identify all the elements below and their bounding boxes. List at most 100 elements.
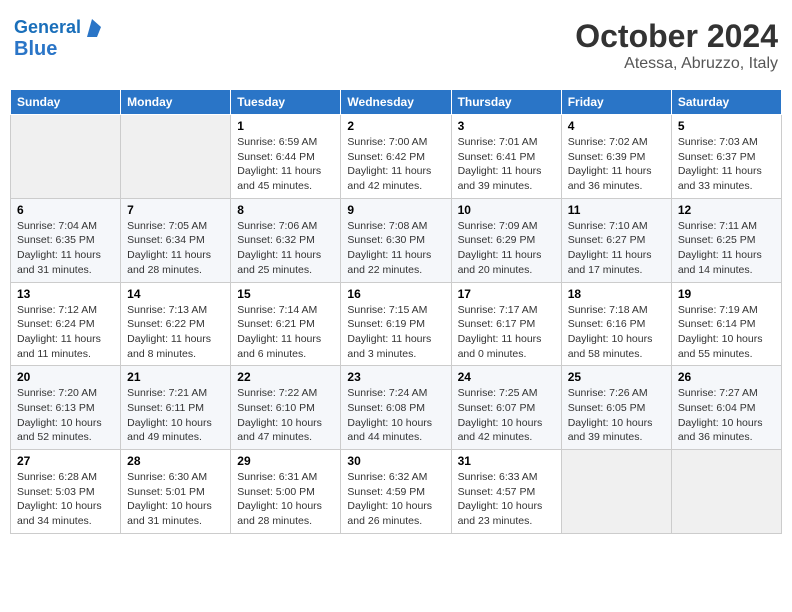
day-number: 24 (458, 370, 555, 384)
day-number: 5 (678, 119, 775, 133)
calendar-cell: 29Sunrise: 6:31 AM Sunset: 5:00 PM Dayli… (231, 450, 341, 534)
day-info: Sunrise: 7:24 AM Sunset: 6:08 PM Dayligh… (347, 386, 444, 445)
logo: General Blue (14, 18, 101, 60)
calendar-week-row: 6 Sunrise: 7:04 AM Sunset: 6:35 PM Daylig… (11, 198, 782, 282)
day-number: 25 (568, 370, 665, 384)
day-info: Sunrise: 6:59 AM Sunset: 6:44 PM Dayligh… (237, 135, 334, 194)
calendar-cell: 8 Sunrise: 7:06 AM Sunset: 6:32 PM Daylig… (231, 198, 341, 282)
title-area: October 2024 Atessa, Abruzzo, Italy (575, 18, 778, 73)
day-number: 28 (127, 454, 224, 468)
day-number: 26 (678, 370, 775, 384)
calendar-cell: 11 Sunrise: 7:10 AM Sunset: 6:27 PM Dayli… (561, 198, 671, 282)
day-number: 22 (237, 370, 334, 384)
day-number: 23 (347, 370, 444, 384)
calendar-body: 1 Sunrise: 6:59 AM Sunset: 6:44 PM Daylig… (11, 115, 782, 534)
calendar-cell: 17Sunrise: 7:17 AM Sunset: 6:17 PM Dayli… (451, 282, 561, 366)
day-number: 1 (237, 119, 334, 133)
day-info: Sunrise: 6:28 AM Sunset: 5:03 PM Dayligh… (17, 470, 114, 529)
calendar-cell: 6 Sunrise: 7:04 AM Sunset: 6:35 PM Daylig… (11, 198, 121, 282)
calendar-cell: 19 Sunrise: 7:19 AM Sunset: 6:14 PM Dayli… (671, 282, 781, 366)
calendar-cell: 1 Sunrise: 6:59 AM Sunset: 6:44 PM Daylig… (231, 115, 341, 199)
day-number: 29 (237, 454, 334, 468)
calendar-cell: 9 Sunrise: 7:08 AM Sunset: 6:30 PM Daylig… (341, 198, 451, 282)
day-info: Sunrise: 7:01 AM Sunset: 6:41 PM Dayligh… (458, 135, 555, 194)
weekday-header-cell: Wednesday (341, 90, 451, 115)
calendar-cell: 30Sunrise: 6:32 AM Sunset: 4:59 PM Dayli… (341, 450, 451, 534)
calendar-cell: 25Sunrise: 7:26 AM Sunset: 6:05 PM Dayli… (561, 366, 671, 450)
day-info: Sunrise: 7:19 AM Sunset: 6:14 PM Dayligh… (678, 303, 775, 362)
calendar-cell: 12Sunrise: 7:11 AM Sunset: 6:25 PM Dayli… (671, 198, 781, 282)
calendar-cell: 3 Sunrise: 7:01 AM Sunset: 6:41 PM Daylig… (451, 115, 561, 199)
calendar-cell: 18Sunrise: 7:18 AM Sunset: 6:16 PM Dayli… (561, 282, 671, 366)
calendar-cell (121, 115, 231, 199)
logo-icon (83, 19, 101, 37)
day-info: Sunrise: 7:08 AM Sunset: 6:30 PM Dayligh… (347, 219, 444, 278)
calendar-cell: 15Sunrise: 7:14 AM Sunset: 6:21 PM Dayli… (231, 282, 341, 366)
logo-text-general: General (14, 18, 81, 38)
calendar-cell: 21Sunrise: 7:21 AM Sunset: 6:11 PM Dayli… (121, 366, 231, 450)
day-number: 21 (127, 370, 224, 384)
day-number: 27 (17, 454, 114, 468)
day-info: Sunrise: 7:25 AM Sunset: 6:07 PM Dayligh… (458, 386, 555, 445)
calendar-cell (671, 450, 781, 534)
day-info: Sunrise: 7:18 AM Sunset: 6:16 PM Dayligh… (568, 303, 665, 362)
weekday-header-cell: Monday (121, 90, 231, 115)
calendar-cell: 28 Sunrise: 6:30 AM Sunset: 5:01 PM Dayli… (121, 450, 231, 534)
day-number: 12 (678, 203, 775, 217)
calendar-cell: 10 Sunrise: 7:09 AM Sunset: 6:29 PM Dayli… (451, 198, 561, 282)
day-number: 17 (458, 287, 555, 301)
calendar-cell (561, 450, 671, 534)
calendar-week-row: 20Sunrise: 7:20 AM Sunset: 6:13 PM Dayli… (11, 366, 782, 450)
calendar-cell: 20Sunrise: 7:20 AM Sunset: 6:13 PM Dayli… (11, 366, 121, 450)
weekday-header-cell: Tuesday (231, 90, 341, 115)
day-number: 16 (347, 287, 444, 301)
day-number: 10 (458, 203, 555, 217)
day-info: Sunrise: 7:27 AM Sunset: 6:04 PM Dayligh… (678, 386, 775, 445)
day-number: 19 (678, 287, 775, 301)
logo-text-blue: Blue (14, 38, 101, 60)
day-info: Sunrise: 7:00 AM Sunset: 6:42 PM Dayligh… (347, 135, 444, 194)
day-number: 8 (237, 203, 334, 217)
day-info: Sunrise: 6:33 AM Sunset: 4:57 PM Dayligh… (458, 470, 555, 529)
day-info: Sunrise: 7:03 AM Sunset: 6:37 PM Dayligh… (678, 135, 775, 194)
calendar-cell: 14 Sunrise: 7:13 AM Sunset: 6:22 PM Dayli… (121, 282, 231, 366)
day-info: Sunrise: 7:09 AM Sunset: 6:29 PM Dayligh… (458, 219, 555, 278)
day-number: 20 (17, 370, 114, 384)
day-number: 7 (127, 203, 224, 217)
calendar-cell: 13 Sunrise: 7:12 AM Sunset: 6:24 PM Dayli… (11, 282, 121, 366)
day-info: Sunrise: 7:14 AM Sunset: 6:21 PM Dayligh… (237, 303, 334, 362)
page-header: General Blue October 2024 Atessa, Abruzz… (10, 10, 782, 81)
day-info: Sunrise: 6:30 AM Sunset: 5:01 PM Dayligh… (127, 470, 224, 529)
weekday-header-row: SundayMondayTuesdayWednesdayThursdayFrid… (11, 90, 782, 115)
calendar-cell: 2 Sunrise: 7:00 AM Sunset: 6:42 PM Daylig… (341, 115, 451, 199)
calendar-cell: 7 Sunrise: 7:05 AM Sunset: 6:34 PM Daylig… (121, 198, 231, 282)
day-info: Sunrise: 7:04 AM Sunset: 6:35 PM Dayligh… (17, 219, 114, 278)
calendar-table: SundayMondayTuesdayWednesdayThursdayFrid… (10, 89, 782, 534)
weekday-header-cell: Friday (561, 90, 671, 115)
month-title: October 2024 (575, 18, 778, 55)
day-number: 11 (568, 203, 665, 217)
calendar-cell: 31Sunrise: 6:33 AM Sunset: 4:57 PM Dayli… (451, 450, 561, 534)
calendar-week-row: 13 Sunrise: 7:12 AM Sunset: 6:24 PM Dayli… (11, 282, 782, 366)
day-info: Sunrise: 7:05 AM Sunset: 6:34 PM Dayligh… (127, 219, 224, 278)
day-info: Sunrise: 7:06 AM Sunset: 6:32 PM Dayligh… (237, 219, 334, 278)
day-number: 14 (127, 287, 224, 301)
day-number: 30 (347, 454, 444, 468)
weekday-header-cell: Saturday (671, 90, 781, 115)
day-number: 2 (347, 119, 444, 133)
day-info: Sunrise: 7:10 AM Sunset: 6:27 PM Dayligh… (568, 219, 665, 278)
day-info: Sunrise: 7:02 AM Sunset: 6:39 PM Dayligh… (568, 135, 665, 194)
weekday-header-cell: Sunday (11, 90, 121, 115)
day-info: Sunrise: 7:15 AM Sunset: 6:19 PM Dayligh… (347, 303, 444, 362)
day-info: Sunrise: 7:13 AM Sunset: 6:22 PM Dayligh… (127, 303, 224, 362)
calendar-cell: 16 Sunrise: 7:15 AM Sunset: 6:19 PM Dayli… (341, 282, 451, 366)
calendar-cell: 22 Sunrise: 7:22 AM Sunset: 6:10 PM Dayli… (231, 366, 341, 450)
day-info: Sunrise: 7:12 AM Sunset: 6:24 PM Dayligh… (17, 303, 114, 362)
day-number: 6 (17, 203, 114, 217)
calendar-week-row: 27 Sunrise: 6:28 AM Sunset: 5:03 PM Dayli… (11, 450, 782, 534)
calendar-cell: 23 Sunrise: 7:24 AM Sunset: 6:08 PM Dayli… (341, 366, 451, 450)
day-number: 3 (458, 119, 555, 133)
day-number: 13 (17, 287, 114, 301)
day-info: Sunrise: 7:22 AM Sunset: 6:10 PM Dayligh… (237, 386, 334, 445)
day-number: 9 (347, 203, 444, 217)
